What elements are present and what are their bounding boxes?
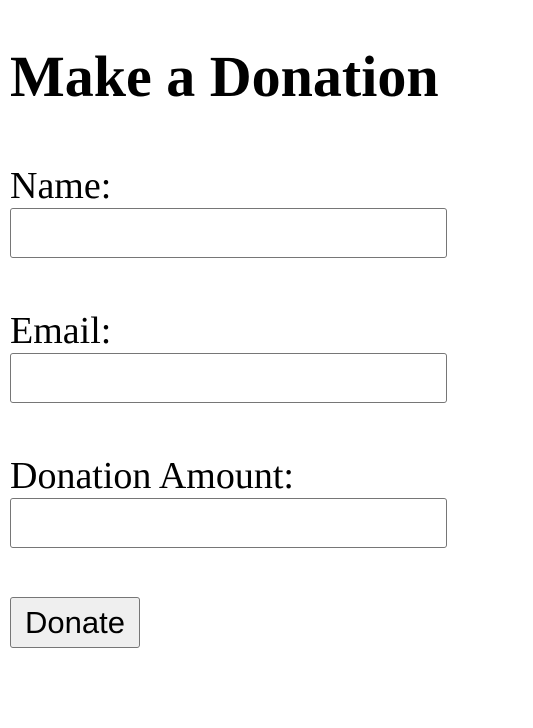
email-input[interactable]: [10, 353, 447, 403]
amount-field-group: Donation Amount:: [10, 456, 523, 548]
email-label: Email:: [10, 310, 112, 352]
name-field-group: Name:: [10, 166, 523, 258]
donate-button[interactable]: Donate: [10, 597, 140, 648]
donation-amount-label: Donation Amount:: [10, 455, 294, 497]
page-title: Make a Donation: [10, 44, 439, 109]
donation-amount-input[interactable]: [10, 498, 447, 548]
name-label: Name:: [10, 165, 112, 207]
email-field-group: Email:: [10, 311, 523, 403]
name-input[interactable]: [10, 208, 447, 258]
